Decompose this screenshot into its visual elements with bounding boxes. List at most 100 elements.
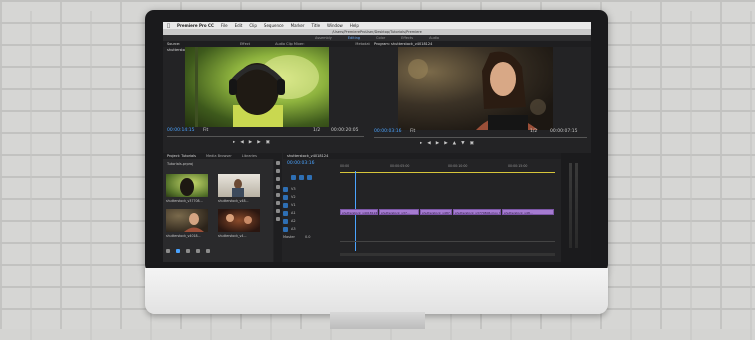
- menu-window[interactable]: Window: [327, 23, 343, 28]
- program-controls: 00:00:03:16 Fit 1/2 00:00:07:15 ▸ ◀ ▶ ▶ …: [370, 129, 591, 152]
- program-timecode-in[interactable]: 00:00:03:16: [374, 129, 401, 134]
- menu-edit[interactable]: Edit: [235, 23, 243, 28]
- tab-media-browser[interactable]: Media Browser: [206, 153, 232, 159]
- project-thumb-2[interactable]: [218, 174, 260, 197]
- ruler-tick-15: 00:00:15:00: [508, 164, 528, 168]
- project-thumb-1[interactable]: [166, 174, 208, 197]
- thumb-3-image: [184, 213, 204, 232]
- source-fit[interactable]: Fit: [203, 128, 208, 133]
- source-timecode-in[interactable]: 00:00:14:15: [167, 128, 194, 133]
- bin-name: Tutorials.prproj: [167, 162, 194, 166]
- program-fit[interactable]: Fit: [410, 129, 415, 134]
- trash-icon[interactable]: [206, 249, 210, 253]
- track-select-icon[interactable]: [276, 169, 280, 173]
- mark-in-icon[interactable]: ▸: [420, 141, 422, 146]
- menu-clip[interactable]: Clip: [249, 23, 257, 28]
- project-thumb-1-label: shutterstock_v37708...: [166, 199, 203, 203]
- timeline-clip[interactable]: shutterstock_v4018124.mov [V]: [340, 209, 378, 215]
- program-video-image: [408, 51, 546, 130]
- selection-tool-icon[interactable]: [276, 161, 280, 165]
- timeline-ruler[interactable]: 00:00 00:00:05:00 00:00:10:00 00:00:15:0…: [340, 164, 555, 171]
- timeline-clip[interactable]: shutterstock_v3770806.mov [V]: [453, 209, 501, 215]
- track-a2[interactable]: A2: [283, 217, 339, 225]
- program-scrubber[interactable]: [374, 137, 587, 138]
- pen-tool-icon[interactable]: [276, 201, 280, 205]
- source-patch-icon[interactable]: [283, 210, 288, 216]
- source-patch-icon[interactable]: [283, 194, 288, 200]
- track-label-v3: V3: [291, 187, 296, 191]
- list-view-icon[interactable]: [166, 249, 170, 253]
- work-area-bar[interactable]: [340, 172, 555, 173]
- new-bin-icon[interactable]: [186, 249, 190, 253]
- timeline-scrollbar[interactable]: [340, 253, 555, 256]
- menu-file[interactable]: File: [221, 23, 228, 28]
- ruler-tick-0: 00:00: [340, 164, 350, 168]
- menu-app[interactable]: Premiere Pro CC: [177, 23, 214, 28]
- step-forward-icon[interactable]: ▶: [444, 141, 447, 146]
- timeline-clip[interactable]: shutterstock_v37...: [379, 209, 419, 215]
- menu-marker[interactable]: Marker: [291, 23, 305, 28]
- export-frame-icon[interactable]: ▣: [470, 141, 474, 146]
- source-page: 1/2: [313, 128, 321, 133]
- source-timecode-out: 00:00:20:05: [331, 128, 359, 133]
- audio-meters: [561, 153, 591, 262]
- razor-tool-icon[interactable]: [276, 185, 280, 189]
- menu-title[interactable]: Title: [311, 23, 320, 28]
- timeline-panel: shutterstock_v4018124 00:00:03:16 00:00 …: [283, 153, 563, 262]
- track-label-a1: A1: [291, 211, 296, 215]
- timeline-timecode[interactable]: 00:00:03:16: [287, 161, 314, 166]
- source-patch-icon[interactable]: [283, 218, 288, 224]
- lift-icon[interactable]: ▲: [453, 141, 456, 146]
- timeline-clip[interactable]: shutterstock_v487...: [420, 209, 452, 215]
- track-label-v2: V2: [291, 195, 296, 199]
- track-v2[interactable]: V2: [283, 193, 339, 201]
- new-item-icon[interactable]: [196, 249, 200, 253]
- mac-menu-bar:  Premiere Pro CC File Edit Clip Sequenc…: [163, 22, 591, 29]
- master-track[interactable]: Master 0.0: [283, 233, 339, 241]
- menu-sequence[interactable]: Sequence: [264, 23, 284, 28]
- source-patch-icon[interactable]: [283, 202, 288, 208]
- monitor-chin: [145, 268, 608, 314]
- project-thumb-4-label: shutterstock_v4...: [218, 234, 247, 238]
- master-value[interactable]: 0.0: [305, 235, 311, 239]
- tab-sequence[interactable]: shutterstock_v4018124: [287, 153, 328, 159]
- track-v1[interactable]: V1: [283, 201, 339, 209]
- program-video-frame: [398, 47, 553, 130]
- hand-tool-icon[interactable]: [276, 209, 280, 213]
- snap-icon[interactable]: [291, 175, 296, 180]
- project-thumb-4[interactable]: [218, 209, 260, 232]
- thumb-2-image: [232, 179, 244, 197]
- tab-project[interactable]: Project: Tutorials: [167, 153, 196, 159]
- project-thumb-2-label: shutterstock_v48...: [218, 199, 249, 203]
- add-marker-icon[interactable]: [307, 175, 312, 180]
- mark-in-icon[interactable]: ▸: [233, 140, 235, 145]
- insert-icon[interactable]: ▣: [266, 140, 270, 145]
- ruler-tick-5: 00:00:05:00: [390, 164, 410, 168]
- timeline-clip[interactable]: shutterstock_v48...: [502, 209, 554, 215]
- track-v3[interactable]: V3: [283, 185, 339, 193]
- icon-view-icon[interactable]: [176, 249, 180, 253]
- step-back-icon[interactable]: ◀: [427, 141, 430, 146]
- type-tool-icon[interactable]: [276, 217, 280, 221]
- project-thumb-3[interactable]: [166, 209, 208, 232]
- source-patch-icon[interactable]: [283, 226, 288, 232]
- extract-icon[interactable]: ▼: [461, 141, 464, 146]
- track-a1[interactable]: A1: [283, 209, 339, 217]
- track-a3[interactable]: A3: [283, 225, 339, 233]
- source-patch-icon[interactable]: [283, 186, 288, 192]
- play-icon[interactable]: ▶: [436, 141, 439, 146]
- step-back-icon[interactable]: ◀: [240, 140, 243, 145]
- step-forward-icon[interactable]: ▶: [257, 140, 260, 145]
- track-label-a3: A3: [291, 227, 296, 231]
- source-scrubber[interactable]: [167, 136, 364, 137]
- thumb-1-image: [180, 178, 194, 196]
- ripple-edit-icon[interactable]: [276, 177, 280, 181]
- apple-icon[interactable]: : [167, 23, 170, 29]
- slip-tool-icon[interactable]: [276, 193, 280, 197]
- meter-left: [569, 163, 572, 248]
- menu-help[interactable]: Help: [350, 23, 359, 28]
- tab-libraries[interactable]: Libraries: [242, 153, 257, 159]
- meter-right: [575, 163, 578, 248]
- play-icon[interactable]: ▶: [249, 140, 252, 145]
- linked-selection-icon[interactable]: [299, 175, 304, 180]
